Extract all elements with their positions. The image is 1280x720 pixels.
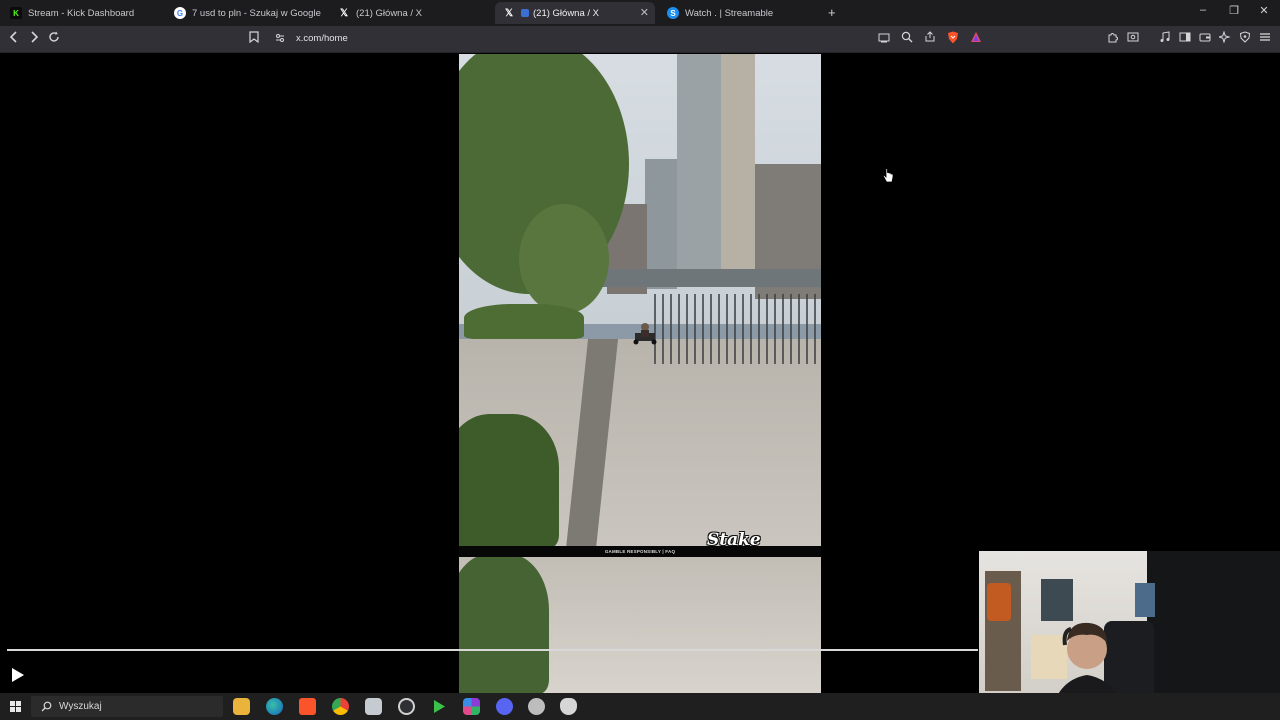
obs-icon[interactable] [398,698,415,715]
tab-title: (21) Główna / X [356,7,422,19]
forward-icon[interactable] [26,31,42,47]
app-icon[interactable] [560,698,577,715]
skyscraper [721,54,755,274]
railing [654,294,821,364]
tab-title: Stream - Kick Dashboard [28,7,135,19]
tab-title: (21) Główna / X [533,7,599,19]
search-placeholder: Wyszukaj [59,701,102,712]
tab-title: Watch . | Streamable [685,7,774,19]
brave-icon[interactable] [299,698,316,715]
close-window-button[interactable]: ✕ [1257,4,1271,17]
video-progress-bar[interactable] [7,649,978,651]
address-text: x.com/home [296,33,348,44]
streamable-icon: S [667,7,679,19]
video-frame[interactable]: GAMBLE RESPONSIBLY | FAQ Stake [459,54,821,694]
discord-icon[interactable] [496,698,513,715]
app-icon[interactable] [365,698,382,715]
play-icon[interactable] [11,667,25,683]
menu-icon[interactable] [1257,31,1273,47]
windows-start-icon[interactable] [10,701,21,712]
kick-icon: K [10,7,22,19]
chrome-icon[interactable] [332,698,349,715]
screen: K Stream - Kick Dashboard G 7 usd to pln… [0,0,1280,720]
bush [459,414,559,549]
go-kart [633,323,657,345]
wallet-icon[interactable] [1197,31,1213,47]
hedge [464,304,584,339]
play-app-icon[interactable] [431,698,448,715]
file-explorer-icon[interactable] [233,698,250,715]
share-icon[interactable] [922,31,938,47]
tab-title: 7 usd to pln - Szukaj w Google [192,7,321,19]
windows-taskbar: Wyszukaj [0,693,1280,720]
tab-kick-dashboard[interactable]: K Stream - Kick Dashboard [2,2,162,24]
tree [519,204,609,314]
reload-icon[interactable] [46,31,62,47]
app-icon[interactable] [528,698,545,715]
tab-x-home[interactable]: 𝕏 (21) Główna / X [330,2,490,24]
gamble-responsibly-banner: GAMBLE RESPONSIBLY | FAQ [459,546,821,557]
sidebar-icon[interactable] [1177,31,1193,47]
tab-media-icon [521,9,529,17]
brave-rewards-icon[interactable] [968,31,984,47]
browser-toolbar [0,26,1280,53]
webcam-jacket [987,583,1011,621]
media-controls-icon[interactable] [1157,31,1173,47]
new-tab-button[interactable]: + [828,5,836,20]
x-icon: 𝕏 [504,7,514,19]
tab-search-icon[interactable] [1125,31,1141,47]
edge-icon[interactable] [266,698,283,715]
tab-x-home-active[interactable]: 𝕏 (21) Główna / X ✕ [495,2,655,24]
x-icon: 𝕏 [339,7,349,19]
vpn-icon[interactable] [1237,31,1253,47]
bookmark-icon[interactable] [246,31,262,47]
banner-text: GAMBLE RESPONSIBLY | FAQ [604,549,676,554]
stake-logo: Stake [707,530,761,550]
zoom-icon[interactable] [899,31,915,47]
search-icon [41,701,52,712]
close-tab-icon[interactable]: ✕ [640,6,649,19]
tab-streamable[interactable]: S Watch . | Streamable [659,2,819,24]
google-icon: G [174,7,186,19]
minimize-button[interactable]: – [1196,4,1210,16]
cast-icon[interactable] [876,31,892,47]
app-icon[interactable] [463,698,480,715]
tab-strip: K Stream - Kick Dashboard G 7 usd to pln… [0,0,1280,26]
hand-cursor-icon [882,168,894,183]
site-settings-icon[interactable] [272,31,288,47]
brave-shields-icon[interactable] [945,31,961,47]
bridge [579,269,821,287]
leo-ai-icon[interactable] [1217,30,1233,47]
restore-button[interactable]: ❐ [1227,4,1241,17]
back-icon[interactable] [6,31,22,47]
bush [459,554,549,694]
tab-google-search[interactable]: G 7 usd to pln - Szukaj w Google [166,2,326,24]
extensions-icon[interactable] [1105,31,1121,47]
